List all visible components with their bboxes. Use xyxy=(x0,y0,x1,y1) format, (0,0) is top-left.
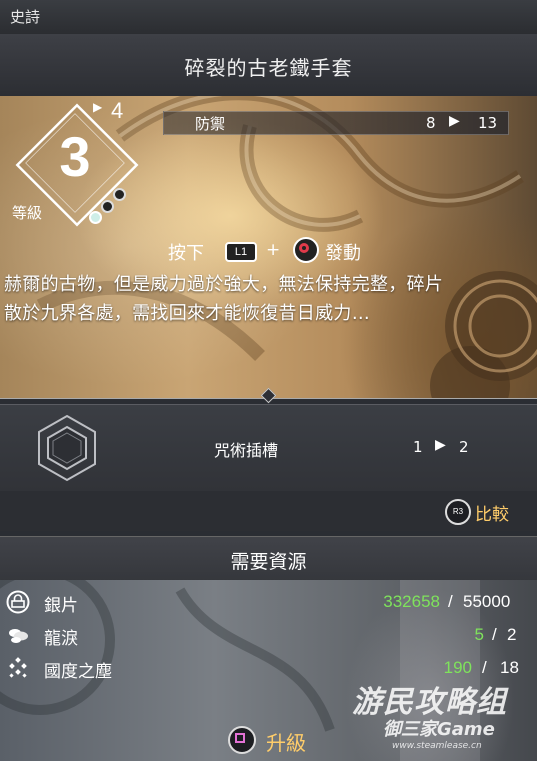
press-label: 按下 xyxy=(168,243,204,264)
resource-name: 銀片 xyxy=(44,596,78,616)
slot-current-value: 1 xyxy=(413,438,423,456)
activate-label: 發動 xyxy=(325,243,361,264)
rune-slot-label: 咒術插槽 xyxy=(214,441,279,460)
resource-need: 2 xyxy=(507,625,517,644)
defense-label: 防禦 xyxy=(195,115,226,133)
description-line-2: 散於九界各處，需找回來才能恢復昔日威力… xyxy=(4,303,370,324)
description-line-1: 赫爾的古物，但是威力過於強大，無法保持完整，碎片 xyxy=(4,274,444,295)
resource-need: 18 xyxy=(500,658,519,677)
silver-icon xyxy=(6,590,30,614)
resource-name: 國度之塵 xyxy=(44,662,112,682)
realm-dust-icon xyxy=(9,657,27,678)
square-button-glyph xyxy=(235,733,245,743)
resource-separator: / xyxy=(482,658,487,677)
dragon-tear-icon xyxy=(9,629,28,643)
resource-separator: / xyxy=(492,625,497,644)
resource-row-silver: 銀片 332658 / 55000 xyxy=(0,588,537,618)
level-pip-empty xyxy=(101,200,114,213)
level-pip-filled xyxy=(89,211,102,224)
resource-have: 190 xyxy=(443,658,472,677)
rarity-bar xyxy=(0,0,537,35)
defense-next-value: 13 xyxy=(478,114,498,132)
circle-button-glyph xyxy=(299,243,309,253)
slot-next-value: 2 xyxy=(459,438,469,456)
watermark-url: www.steamlease.cn xyxy=(392,741,482,751)
arrow-right-icon: ▶ xyxy=(435,437,446,453)
max-level: 4 xyxy=(111,98,124,123)
defense-current-value: 8 xyxy=(426,114,436,132)
compare-button[interactable]: 比較 xyxy=(475,500,509,525)
resource-name: 龍淚 xyxy=(44,629,78,649)
rarity-label: 史詩 xyxy=(10,8,41,26)
level-label: 等級 xyxy=(12,204,43,222)
max-level-arrow-icon: ▶ xyxy=(93,100,103,114)
level-number: 3 xyxy=(59,125,91,188)
watermark-subtitle: 御三家Game xyxy=(383,719,495,740)
resources-title: 需要資源 xyxy=(230,551,307,573)
resource-have: 332658 xyxy=(383,592,440,611)
resource-row-dragon-tear: 龍淚 5 / 2 xyxy=(0,621,537,651)
l1-button-icon: L1 xyxy=(225,242,257,262)
r3-button-icon[interactable]: R3 xyxy=(445,499,471,525)
plus-label: + xyxy=(266,240,281,260)
resource-have: 5 xyxy=(474,625,484,644)
resource-need: 55000 xyxy=(463,592,511,611)
resource-separator: / xyxy=(448,592,453,611)
level-pip-empty xyxy=(113,188,126,201)
item-name: 碎裂的古老鐵手套 xyxy=(184,56,353,80)
arrow-right-icon: ▶ xyxy=(449,113,460,129)
rune-slot-icon xyxy=(38,414,96,482)
upgrade-button[interactable]: 升級 xyxy=(266,727,306,756)
